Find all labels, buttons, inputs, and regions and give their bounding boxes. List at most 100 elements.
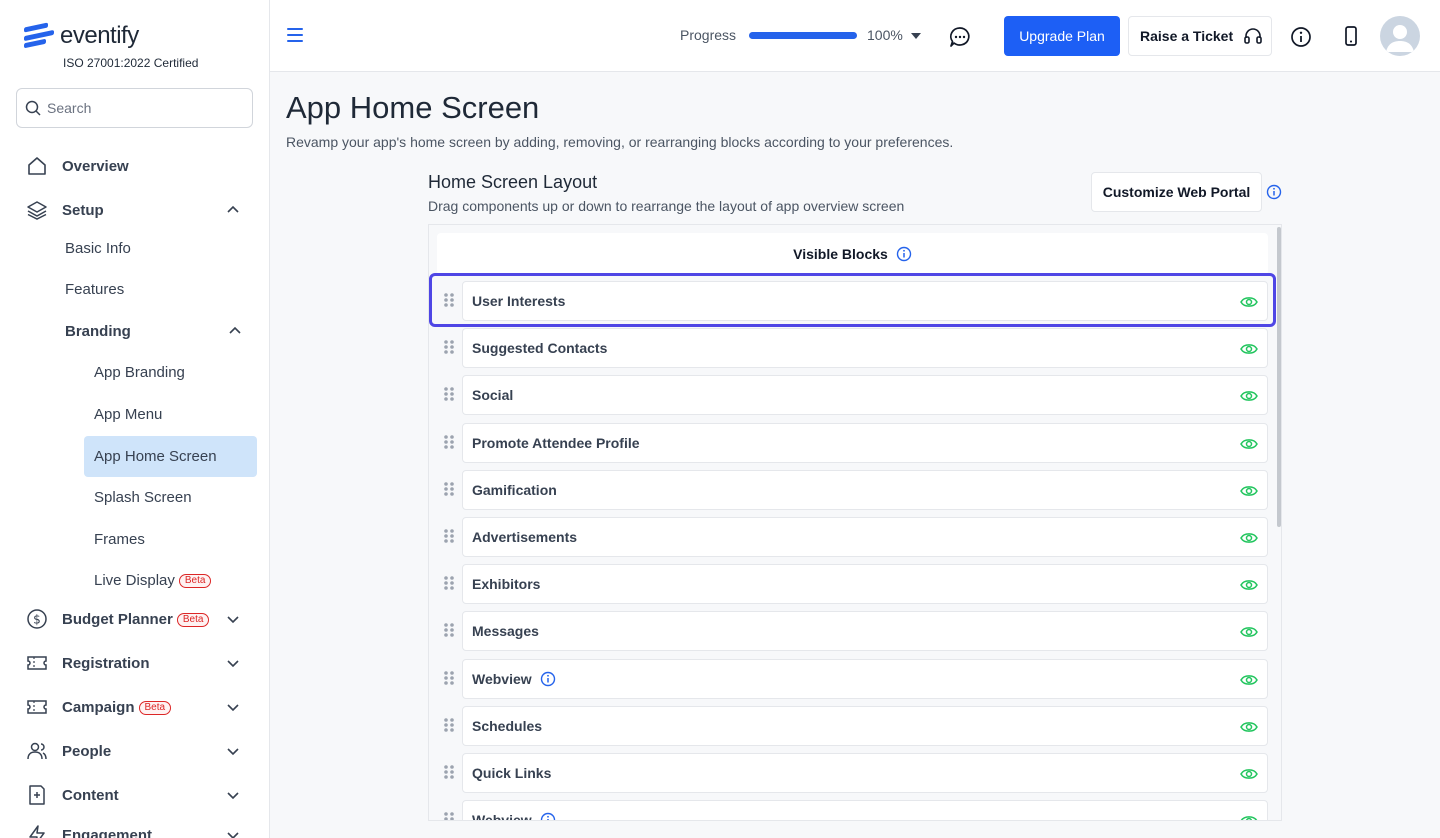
home-block-item[interactable]: Messages <box>462 611 1268 651</box>
block-row[interactable]: Social <box>429 373 1275 417</box>
drag-handle-icon[interactable] <box>443 764 455 780</box>
block-row[interactable]: Webview <box>429 798 1275 821</box>
home-block-item[interactable]: User Interests <box>462 281 1268 321</box>
mobile-phone-icon[interactable] <box>1341 25 1361 47</box>
brand-name: eventify <box>60 22 139 49</box>
block-row[interactable]: Quick Links <box>429 751 1275 795</box>
chevron-down-icon[interactable] <box>224 786 242 804</box>
sidebar-item-features[interactable]: Features <box>65 281 124 298</box>
eye-visible-icon[interactable] <box>1240 673 1258 687</box>
home-block-item[interactable]: Schedules <box>462 706 1268 746</box>
drag-handle-icon[interactable] <box>443 386 455 402</box>
eye-visible-icon[interactable] <box>1240 295 1258 309</box>
drag-handle-icon[interactable] <box>443 339 455 355</box>
drag-handle-icon[interactable] <box>443 434 455 450</box>
home-block-item[interactable]: Webview <box>462 659 1268 699</box>
menu-toggle-icon[interactable] <box>287 28 303 42</box>
block-row[interactable]: Schedules <box>429 704 1275 748</box>
home-block-item[interactable]: Promote Attendee Profile <box>462 423 1268 463</box>
block-row[interactable]: Promote Attendee Profile <box>429 421 1275 465</box>
search-box[interactable] <box>16 88 253 128</box>
home-block-label: Social <box>472 387 514 403</box>
panel-scrollbar[interactable] <box>1277 227 1281 527</box>
home-block-item[interactable]: Advertisements <box>462 517 1268 557</box>
info-icon[interactable] <box>1290 26 1312 48</box>
drag-handle-icon[interactable] <box>443 528 455 544</box>
home-block-item[interactable]: Gamification <box>462 470 1268 510</box>
raise-ticket-button[interactable]: Raise a Ticket <box>1128 16 1272 56</box>
sidebar-item-basic-info[interactable]: Basic Info <box>65 240 131 257</box>
block-row[interactable]: Messages <box>429 609 1275 653</box>
info-icon[interactable] <box>540 812 556 821</box>
eye-visible-icon[interactable] <box>1240 578 1258 592</box>
eye-visible-icon[interactable] <box>1240 389 1258 403</box>
chevron-down-icon[interactable] <box>224 654 242 672</box>
block-row[interactable]: Exhibitors <box>429 562 1275 606</box>
drag-handle-icon[interactable] <box>443 622 455 638</box>
blocks-panel: Visible Blocks User Interests Suggested C… <box>428 224 1282 821</box>
sidebar-item-campaign[interactable]: Campaign Beta <box>0 687 269 727</box>
chevron-down-icon[interactable] <box>224 742 242 760</box>
caret-down-icon[interactable] <box>911 33 921 39</box>
block-row[interactable]: Webview <box>429 657 1275 701</box>
chevron-down-icon[interactable] <box>224 698 242 716</box>
info-icon[interactable] <box>896 246 912 262</box>
chevron-up-icon[interactable] <box>226 322 244 340</box>
sidebar-item-splash-screen[interactable]: Splash Screen <box>94 489 192 506</box>
search-input[interactable] <box>47 100 237 116</box>
sidebar-item-setup[interactable]: Setup <box>0 190 269 230</box>
chevron-up-icon[interactable] <box>224 201 242 219</box>
info-icon[interactable] <box>1266 184 1282 200</box>
visible-blocks-label: Visible Blocks <box>793 246 888 262</box>
block-row[interactable]: User Interests <box>429 279 1275 323</box>
home-block-item[interactable]: Quick Links <box>462 753 1268 793</box>
sidebar-item-label: People <box>62 742 112 760</box>
eye-visible-icon[interactable] <box>1240 767 1258 781</box>
progress-bar-fill <box>749 32 857 39</box>
eventify-logo-icon <box>24 22 54 49</box>
home-block-item[interactable]: Social <box>462 375 1268 415</box>
upgrade-plan-button[interactable]: Upgrade Plan <box>1004 16 1120 56</box>
brand-logo[interactable]: eventify <box>24 22 139 50</box>
home-block-item[interactable]: Suggested Contacts <box>462 328 1268 368</box>
sidebar-item-budget-planner[interactable]: $ Budget Planner Beta <box>0 599 269 639</box>
sidebar-item-content[interactable]: Content <box>0 775 269 815</box>
sidebar-item-label: Registration <box>62 654 150 672</box>
eye-visible-icon[interactable] <box>1240 484 1258 498</box>
block-row[interactable]: Advertisements <box>429 515 1275 559</box>
sidebar-item-live-display[interactable]: Live Display Beta <box>94 572 212 589</box>
sidebar-item-app-menu[interactable]: App Menu <box>94 406 162 423</box>
progress-label: Progress <box>680 27 737 43</box>
block-row[interactable]: Suggested Contacts <box>429 326 1275 370</box>
drag-handle-icon[interactable] <box>443 670 455 686</box>
home-block-item[interactable]: Webview <box>462 800 1268 821</box>
sidebar-item-registration[interactable]: Registration <box>0 643 269 683</box>
eye-visible-icon[interactable] <box>1240 720 1258 734</box>
drag-handle-icon[interactable] <box>443 481 455 497</box>
drag-handle-icon[interactable] <box>443 717 455 733</box>
eye-visible-icon[interactable] <box>1240 625 1258 639</box>
sidebar-item-branding[interactable]: Branding <box>0 311 269 351</box>
drag-handle-icon[interactable] <box>443 811 455 821</box>
eye-visible-icon[interactable] <box>1240 814 1258 821</box>
sidebar-item-overview[interactable]: Overview <box>0 146 269 186</box>
customize-web-portal-button[interactable]: Customize Web Portal <box>1091 172 1262 212</box>
user-avatar[interactable] <box>1380 16 1420 56</box>
sidebar-item-engagement[interactable]: Engagement <box>0 815 269 838</box>
chat-icon[interactable] <box>949 26 971 48</box>
block-row[interactable]: Gamification <box>429 468 1275 512</box>
sidebar-item-app-home-screen[interactable]: App Home Screen <box>94 448 217 465</box>
chevron-down-icon[interactable] <box>224 610 242 628</box>
info-icon[interactable] <box>540 671 556 687</box>
drag-handle-icon[interactable] <box>443 292 455 308</box>
chevron-down-icon[interactable] <box>224 826 242 838</box>
eye-visible-icon[interactable] <box>1240 531 1258 545</box>
home-block-item[interactable]: Exhibitors <box>462 564 1268 604</box>
sidebar-item-people[interactable]: People <box>0 731 269 771</box>
sidebar-item-frames[interactable]: Frames <box>94 531 145 548</box>
eye-visible-icon[interactable] <box>1240 342 1258 356</box>
eye-visible-icon[interactable] <box>1240 437 1258 451</box>
drag-handle-icon[interactable] <box>443 575 455 591</box>
sidebar-item-app-branding[interactable]: App Branding <box>94 364 185 381</box>
home-block-label: Suggested Contacts <box>472 340 608 356</box>
